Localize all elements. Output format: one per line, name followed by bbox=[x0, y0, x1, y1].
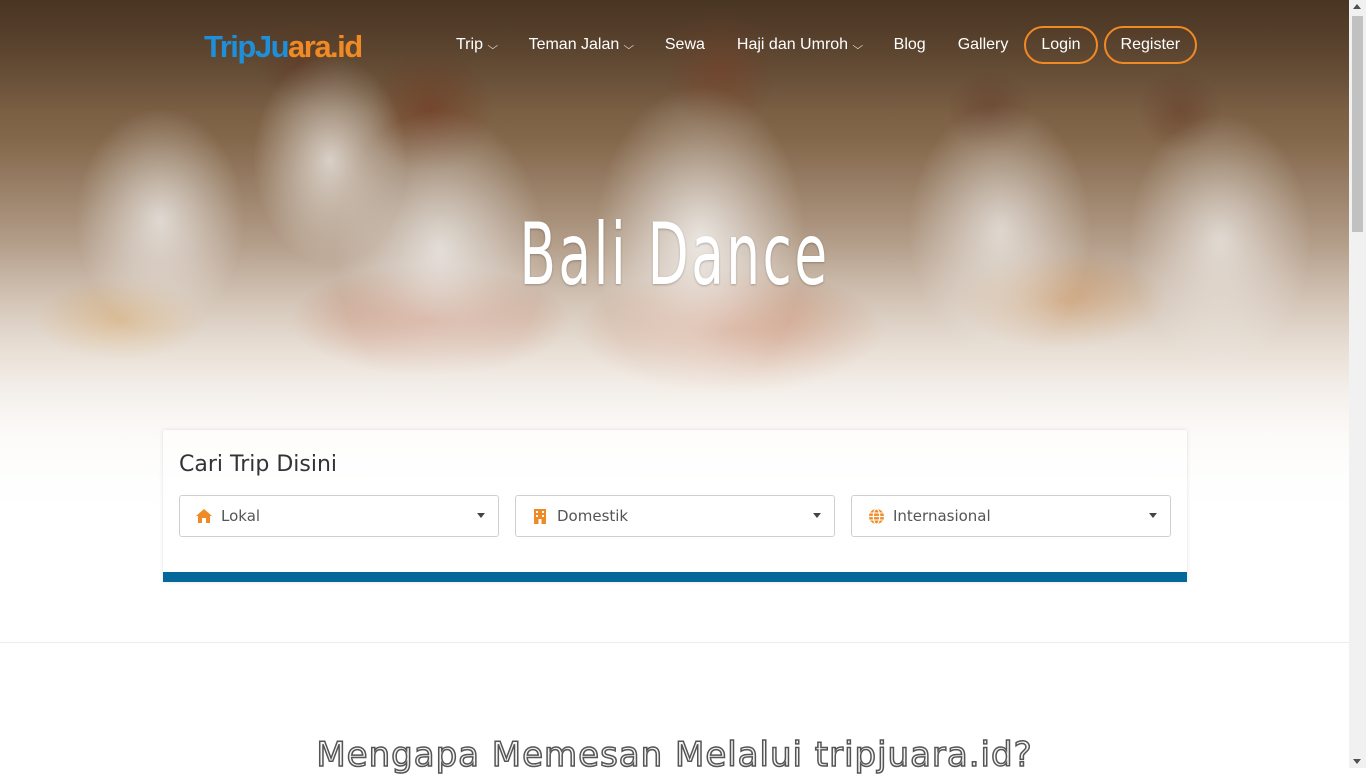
page-scrollbar[interactable] bbox=[1349, 0, 1366, 768]
nav-item-teman-jalan[interactable]: Teman Jalan ⌵ bbox=[513, 25, 649, 66]
nav-item-label: Trip bbox=[456, 36, 483, 53]
nav-item-trip[interactable]: Trip ⌵ bbox=[440, 25, 513, 66]
main-nav: Trip ⌵ Teman Jalan ⌵ Sewa Haji dan Umroh… bbox=[440, 25, 1198, 66]
nav-item-label: Teman Jalan bbox=[528, 36, 620, 53]
scrollbar-thumb[interactable] bbox=[1352, 16, 1363, 232]
logo-text-blue: TripJu bbox=[204, 29, 290, 64]
chevron-down-icon: ⌵ bbox=[852, 40, 864, 52]
card-bottom-bar bbox=[163, 572, 1187, 582]
chevron-down-icon: ⌵ bbox=[623, 40, 635, 52]
search-card: Cari Trip Disini Lokal Domestik Internas… bbox=[163, 430, 1187, 582]
section-heading: Mengapa Memesan Melalui tripjuara.id? bbox=[316, 734, 1033, 775]
login-button[interactable]: Login bbox=[1024, 26, 1098, 64]
nav-item-haji-dan-umroh[interactable]: Haji dan Umroh ⌵ bbox=[721, 25, 878, 66]
caret-down-icon bbox=[477, 513, 485, 518]
site-logo[interactable]: TripJuara.id bbox=[204, 27, 363, 67]
logo-text-orange: ara.id bbox=[288, 29, 363, 64]
nav-item-blog[interactable]: Blog bbox=[878, 26, 942, 64]
select-value: Internasional bbox=[893, 507, 991, 525]
section-divider bbox=[0, 642, 1349, 643]
scroll-up-icon[interactable] bbox=[1353, 4, 1361, 9]
caret-down-icon bbox=[1149, 513, 1157, 518]
chevron-down-icon: ⌵ bbox=[487, 40, 499, 52]
register-button[interactable]: Register bbox=[1103, 26, 1198, 64]
search-title: Cari Trip Disini bbox=[179, 452, 337, 477]
select-internasional[interactable]: Internasional bbox=[851, 495, 1171, 537]
select-domestik[interactable]: Domestik bbox=[515, 495, 835, 537]
hero-title: Bali Dance bbox=[519, 205, 830, 305]
nav-item-label: Haji dan Umroh bbox=[736, 36, 849, 53]
select-value: Domestik bbox=[557, 507, 629, 525]
select-lokal[interactable]: Lokal bbox=[179, 495, 499, 537]
select-value: Lokal bbox=[221, 507, 261, 525]
globe-icon bbox=[867, 507, 885, 525]
nav-item-label: Sewa bbox=[664, 36, 705, 53]
nav-item-label: Gallery bbox=[957, 36, 1009, 53]
building-icon bbox=[531, 507, 549, 525]
nav-item-label: Blog bbox=[893, 36, 926, 53]
nav-item-sewa[interactable]: Sewa bbox=[649, 26, 721, 64]
caret-down-icon bbox=[813, 513, 821, 518]
home-icon bbox=[195, 507, 213, 525]
nav-item-gallery[interactable]: Gallery bbox=[942, 26, 1025, 64]
scroll-down-icon[interactable] bbox=[1353, 759, 1361, 764]
